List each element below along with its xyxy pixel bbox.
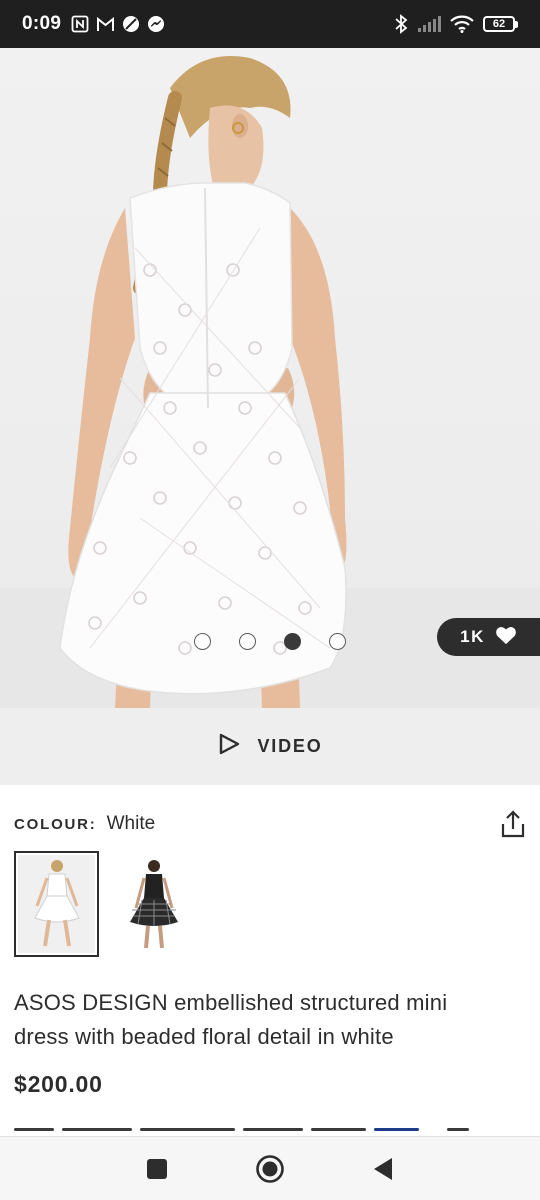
signal-icon bbox=[417, 16, 441, 32]
system-icons: 62 bbox=[394, 14, 518, 34]
wifi-icon bbox=[450, 15, 474, 33]
back-button[interactable] bbox=[359, 1145, 407, 1193]
battery-indicator: 62 bbox=[483, 16, 518, 32]
product-image-carousel[interactable]: 1K bbox=[0, 48, 540, 708]
swatch-black-check[interactable] bbox=[111, 851, 196, 957]
status-time: 0:09 bbox=[22, 13, 62, 34]
battery-tip bbox=[515, 20, 518, 28]
gmail-icon bbox=[96, 16, 115, 32]
vpn-icon bbox=[122, 15, 140, 33]
nfc-icon bbox=[71, 15, 89, 33]
recents-button[interactable] bbox=[133, 1145, 181, 1193]
share-button[interactable] bbox=[500, 810, 526, 838]
system-navigation-bar bbox=[0, 1136, 540, 1200]
carousel-dot[interactable] bbox=[329, 633, 346, 650]
colour-value: White bbox=[106, 813, 156, 834]
share-icon bbox=[501, 810, 525, 838]
swatch-black-check-image bbox=[115, 855, 192, 953]
saved-count: 1K bbox=[460, 627, 485, 646]
messenger-icon bbox=[147, 15, 165, 33]
colour-label: COLOUR: bbox=[14, 815, 97, 833]
carousel-dots bbox=[194, 633, 346, 650]
carousel-dot[interactable] bbox=[194, 633, 211, 650]
product-price: $200.00 bbox=[14, 1071, 103, 1097]
play-icon bbox=[217, 732, 241, 761]
battery-level: 62 bbox=[483, 16, 515, 32]
home-circle-icon bbox=[256, 1154, 284, 1183]
swatch-white-image bbox=[18, 855, 95, 953]
product-photo bbox=[0, 56, 540, 708]
square-icon bbox=[146, 1158, 167, 1179]
notification-icons bbox=[71, 15, 165, 33]
product-title: ASOS DESIGN embellished structured mini … bbox=[14, 990, 448, 1049]
home-button[interactable] bbox=[246, 1145, 294, 1193]
heart-icon bbox=[495, 625, 517, 650]
colour-swatches bbox=[14, 851, 196, 957]
status-bar: 0:09 62 bbox=[0, 0, 540, 48]
swatch-white[interactable] bbox=[14, 851, 99, 957]
saved-count-badge[interactable]: 1K bbox=[437, 618, 540, 656]
video-label: VIDEO bbox=[257, 736, 323, 756]
colour-row: COLOUR: White bbox=[14, 808, 526, 840]
video-button[interactable]: VIDEO bbox=[0, 708, 540, 785]
back-triangle-icon bbox=[374, 1157, 393, 1180]
bluetooth-icon bbox=[394, 14, 408, 34]
carousel-dot-active[interactable] bbox=[284, 633, 301, 650]
carousel-dot[interactable] bbox=[239, 633, 256, 650]
